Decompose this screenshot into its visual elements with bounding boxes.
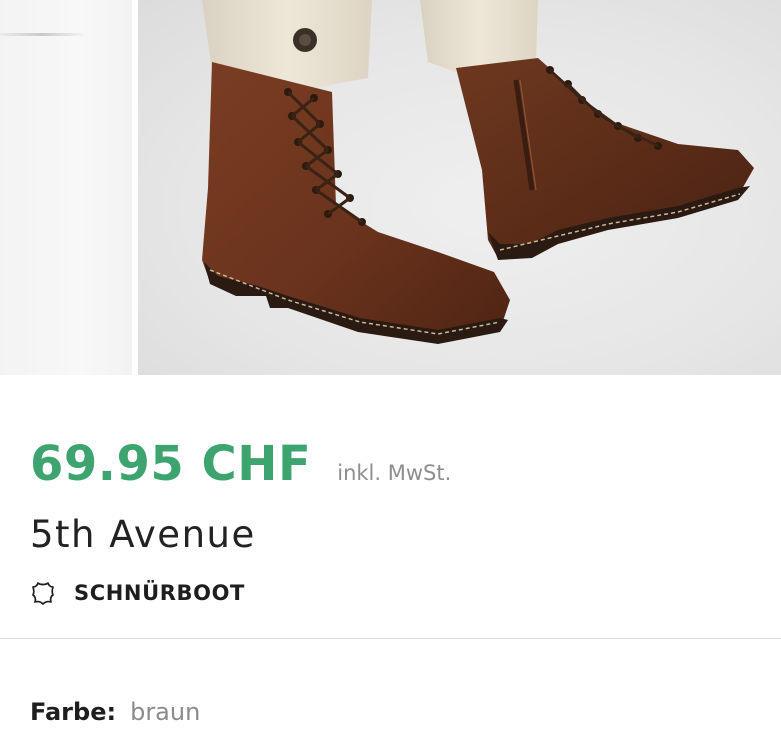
brand-name[interactable]: 5th Avenue [30,513,256,556]
section-divider [0,638,781,639]
product-image-gallery[interactable] [0,0,781,375]
price-row: 69.95 CHF inkl. MwSt. [30,436,451,492]
previous-product-image[interactable] [0,0,132,375]
boots-illustration [202,0,754,344]
image-detail [0,33,84,36]
main-product-image[interactable] [138,0,781,375]
color-row: Farbe: braun [30,698,200,726]
vat-note: inkl. MwSt. [337,461,452,485]
leather-icon [30,580,56,606]
product-category: SCHNÜRBOOT [74,581,245,605]
color-label: Farbe: [30,698,117,726]
category-row: SCHNÜRBOOT [30,578,245,608]
color-value: braun [130,698,201,726]
price: 69.95 CHF [30,436,312,492]
